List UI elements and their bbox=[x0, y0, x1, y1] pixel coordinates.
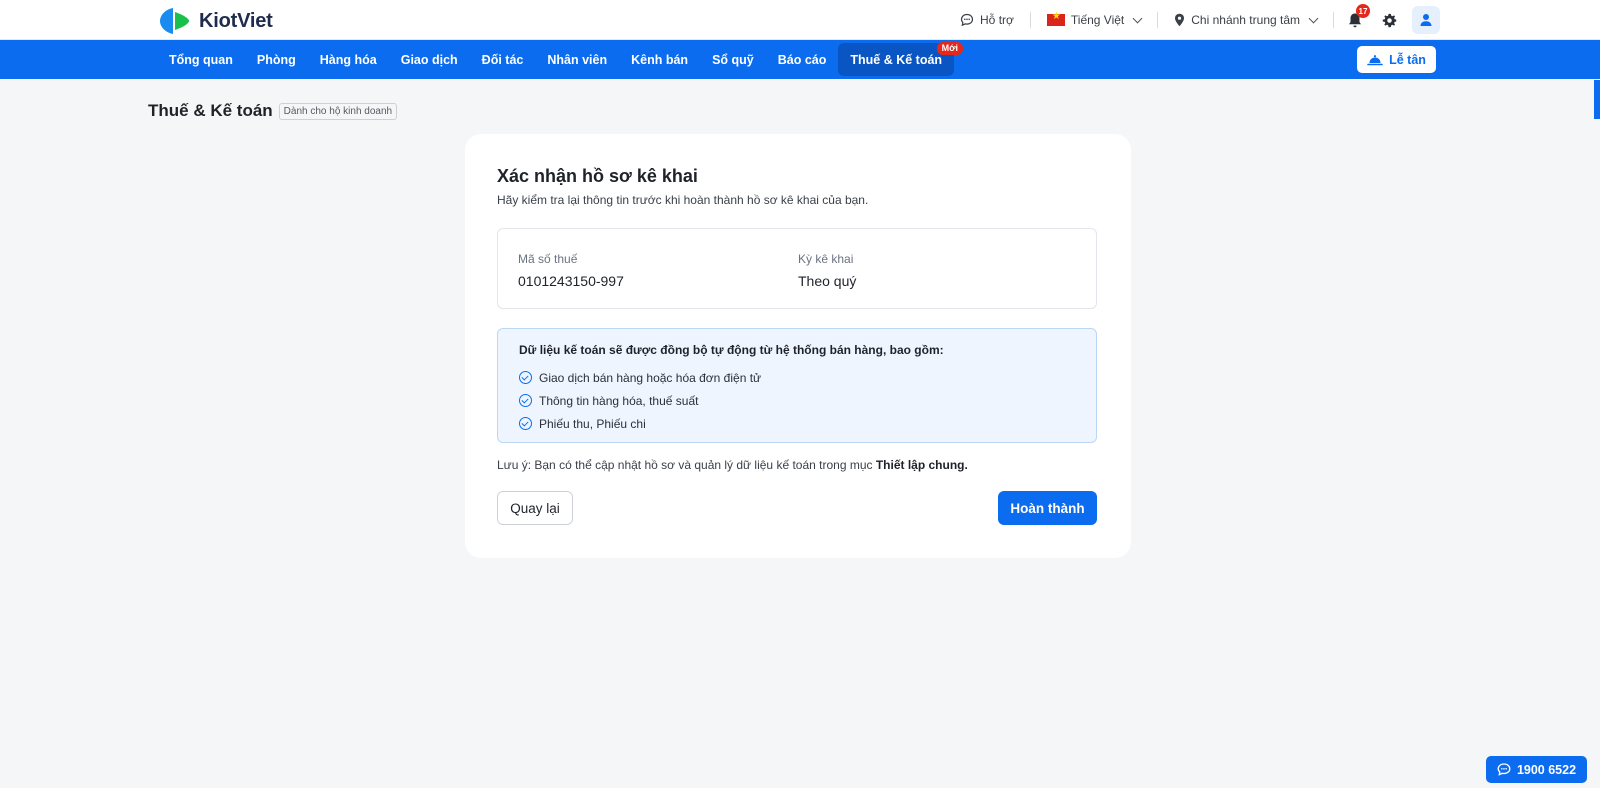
hotline-number: 1900 6522 bbox=[1516, 762, 1577, 777]
support-label: Hỗ trợ bbox=[980, 13, 1014, 27]
tax-code-field: Mã số thuế 0101243150-997 bbox=[518, 252, 624, 289]
chat-bubble-icon bbox=[1497, 763, 1511, 776]
app-root: KiotViet Hỗ trợ Tiếng Việt bbox=[0, 0, 1600, 788]
divider bbox=[1333, 12, 1334, 28]
back-button[interactable]: Quay lại bbox=[497, 491, 573, 525]
nav-label: Sổ quỹ bbox=[712, 52, 754, 67]
user-avatar-button[interactable] bbox=[1412, 6, 1440, 34]
reception-button[interactable]: Lễ tân bbox=[1357, 46, 1436, 73]
list-item: Thông tin hàng hóa, thuế suất bbox=[519, 389, 761, 412]
nav-menu: Tổng quan Phòng Hàng hóa Giao dịch Đối t… bbox=[157, 42, 964, 76]
back-button-label: Quay lại bbox=[510, 500, 560, 516]
page-title: Thuế & Kế toán bbox=[148, 101, 273, 120]
card-title: Xác nhận hồ sơ kê khai bbox=[497, 166, 698, 186]
confirmation-card: Xác nhận hồ sơ kê khai Hãy kiểm tra lại … bbox=[465, 134, 1131, 558]
sync-item-label: Phiếu thu, Phiếu chi bbox=[539, 416, 646, 431]
check-circle-icon bbox=[519, 394, 532, 407]
header-actions: Hỗ trợ Tiếng Việt Chi nhánh trung tâm bbox=[944, 0, 1440, 40]
nav-label: Tổng quan bbox=[169, 52, 233, 67]
nav-label: Kênh bán bbox=[631, 52, 689, 67]
navbar-edge bbox=[1594, 80, 1600, 119]
business-type-tag: Dành cho hộ kinh doanh bbox=[278, 102, 398, 120]
branch-label: Chi nhánh trung tâm bbox=[1191, 13, 1300, 27]
complete-button-label: Hoàn thành bbox=[1010, 500, 1085, 516]
language-label: Tiếng Việt bbox=[1070, 13, 1125, 27]
kiotviet-logo-icon bbox=[160, 8, 189, 34]
settings-button[interactable] bbox=[1376, 7, 1402, 33]
nav-label: Giao dịch bbox=[400, 52, 458, 67]
nav-item-tax-accounting[interactable]: Thuế & Kế toán Mới bbox=[838, 42, 964, 76]
language-selector[interactable]: Tiếng Việt bbox=[1031, 11, 1157, 27]
gear-icon bbox=[1382, 13, 1396, 27]
reception-label: Lễ tân bbox=[1389, 52, 1426, 67]
nav-label: Hàng hóa bbox=[319, 52, 377, 67]
chevron-down-icon bbox=[1308, 13, 1319, 23]
top-header: KiotViet Hỗ trợ Tiếng Việt bbox=[0, 0, 1600, 40]
nav-item-rooms[interactable]: Phòng bbox=[245, 43, 308, 76]
page-header: Thuế & Kế toán Dành cho hộ kinh doanh bbox=[148, 101, 398, 121]
card-subtitle: Hãy kiểm tra lại thông tin trước khi hoà… bbox=[497, 193, 869, 207]
nav-item-cashbook[interactable]: Sổ quỹ bbox=[700, 43, 766, 76]
nav-item-partners[interactable]: Đối tác bbox=[470, 43, 536, 76]
nav-item-staff[interactable]: Nhân viên bbox=[535, 43, 619, 76]
brand-logo[interactable]: KiotViet bbox=[159, 6, 273, 36]
complete-button[interactable]: Hoàn thành bbox=[998, 491, 1097, 525]
declaration-period-field: Kỳ kê khai Theo quý bbox=[798, 252, 856, 289]
list-item: Giao dịch bán hàng hoặc hóa đơn điện tử bbox=[519, 366, 761, 389]
main-navbar: Tổng quan Phòng Hàng hóa Giao dịch Đối t… bbox=[0, 40, 1600, 119]
data-sync-box: Dữ liệu kế toán sẽ được đồng bộ tự động … bbox=[497, 328, 1097, 443]
nav-item-sales-channels[interactable]: Kênh bán bbox=[619, 43, 700, 76]
period-label: Kỳ kê khai bbox=[798, 252, 854, 266]
nav-item-transactions[interactable]: Giao dịch bbox=[389, 43, 470, 76]
sync-item-label: Thông tin hàng hóa, thuế suất bbox=[539, 393, 699, 408]
notifications-button[interactable]: 17 bbox=[1342, 4, 1370, 33]
check-circle-icon bbox=[519, 417, 532, 430]
nav-item-products[interactable]: Hàng hóa bbox=[308, 43, 389, 76]
hotline-button[interactable]: 1900 6522 bbox=[1486, 756, 1587, 783]
check-circle-icon bbox=[519, 371, 532, 384]
notification-count-badge: 17 bbox=[1356, 4, 1370, 18]
chevron-down-icon bbox=[1132, 13, 1143, 23]
brand-name: KiotViet bbox=[199, 9, 273, 32]
nav-label: Nhân viên bbox=[547, 52, 608, 67]
location-pin-icon bbox=[1175, 13, 1185, 27]
list-item: Phiếu thu, Phiếu chi bbox=[519, 412, 761, 435]
note-text: Lưu ý: Bạn có thể cập nhật hồ sơ và quản… bbox=[497, 458, 876, 472]
reception-bell-icon bbox=[1367, 54, 1383, 65]
tax-code-label: Mã số thuế bbox=[518, 252, 578, 266]
nav-label: Phòng bbox=[256, 52, 296, 67]
nav-item-overview[interactable]: Tổng quan bbox=[157, 43, 245, 76]
general-settings-link[interactable]: Thiết lập chung. bbox=[876, 458, 968, 472]
nav-item-reports[interactable]: Báo cáo bbox=[766, 43, 839, 76]
period-value: Theo quý bbox=[798, 273, 857, 289]
settings-note: Lưu ý: Bạn có thể cập nhật hồ sơ và quản… bbox=[497, 458, 968, 472]
branch-selector[interactable]: Chi nhánh trung tâm bbox=[1158, 13, 1333, 27]
sync-title: Dữ liệu kế toán sẽ được đồng bộ tự động … bbox=[519, 343, 944, 357]
support-link[interactable]: Hỗ trợ bbox=[944, 13, 1030, 27]
nav-label: Đối tác bbox=[481, 52, 524, 67]
nav-label: Báo cáo bbox=[777, 52, 827, 67]
tax-code-value: 0101243150-997 bbox=[518, 273, 624, 289]
user-icon bbox=[1420, 14, 1432, 26]
declaration-info-box: Mã số thuế 0101243150-997 Kỳ kê khai The… bbox=[497, 228, 1097, 309]
sync-list: Giao dịch bán hàng hoặc hóa đơn điện tử … bbox=[519, 366, 761, 435]
chat-bubble-icon bbox=[960, 13, 974, 27]
nav-label: Thuế & Kế toán bbox=[850, 52, 943, 67]
sync-item-label: Giao dịch bán hàng hoặc hóa đơn điện tử bbox=[539, 370, 762, 385]
vietnam-flag-icon bbox=[1046, 11, 1065, 26]
new-badge: Mới bbox=[936, 42, 964, 55]
